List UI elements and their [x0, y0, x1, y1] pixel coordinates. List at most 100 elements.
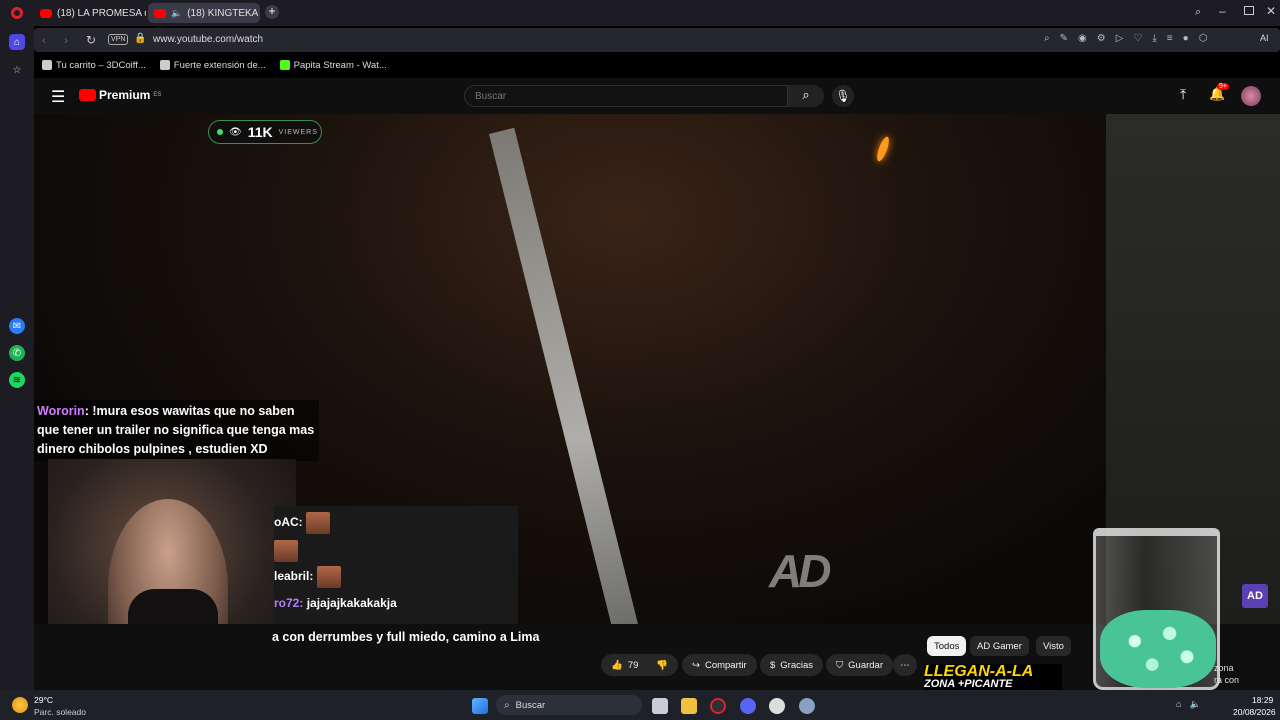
youtube-logo[interactable]: Premium ES	[79, 88, 161, 102]
overlay-chat: oAC: leabril: ro72: jajajajkakakakja	[274, 506, 518, 624]
share-icon: ↪	[692, 659, 700, 671]
chat-line: leabril:	[274, 566, 341, 588]
windows-taskbar: 29°C Parc. soleado ⌕ Buscar ⌂ 🔈 18:29 20…	[0, 690, 1280, 720]
more-actions-button[interactable]: ⋯	[893, 654, 917, 676]
heart-icon[interactable]: ♡	[1133, 33, 1142, 44]
viewer-count: 11K	[247, 124, 273, 140]
promo-line-2: ZONA +PICANTE	[924, 678, 1013, 690]
reload-icon[interactable]: ↻	[86, 33, 96, 47]
save-button[interactable]: ⛉ Guardar	[826, 654, 893, 676]
close-window-button[interactable]: ✕	[1266, 4, 1276, 18]
chip-visto[interactable]: Visto	[1036, 636, 1071, 656]
opera-logo-icon[interactable]	[11, 7, 23, 19]
promo-thumbnail[interactable]: LLEGAN-A-LA ZONA +PICANTE	[924, 664, 1062, 690]
chip-ad-gamer[interactable]: AD Gamer	[970, 636, 1029, 656]
glass-beads	[1100, 610, 1216, 688]
microphone-icon[interactable]: 🎙	[832, 85, 854, 107]
search-input[interactable]	[464, 85, 788, 107]
browser-sidebar: ⌂ ☆ ✉ ✆ ≋	[0, 26, 34, 690]
url-field[interactable]: www.youtube.com/watch	[153, 34, 263, 45]
task-view-icon[interactable]	[652, 698, 668, 714]
promo-line-1: LLEGAN-A-LA	[924, 664, 1034, 680]
thumbs-up-icon: 👍	[611, 659, 623, 671]
channel-watermark: AD	[769, 545, 831, 597]
chatgpt-icon[interactable]	[769, 698, 785, 714]
menu-icon[interactable]: ≡	[1167, 33, 1173, 44]
forward-icon[interactable]: ›	[64, 33, 68, 47]
viewer-count-badge: 👁 11K VIEWERS	[208, 120, 322, 144]
start-windows-icon[interactable]	[472, 698, 488, 714]
youtube-header: ☰ Premium ES ⌕ 🎙 ⤒ 🔔 9+	[34, 78, 1280, 114]
share-button[interactable]: ↪ Compartir	[682, 654, 757, 676]
extensions-icon[interactable]: ⬡	[1199, 33, 1208, 44]
spotify-icon[interactable]: ≋	[9, 372, 25, 388]
minimize-button[interactable]: –	[1219, 4, 1226, 18]
taskbar-search-label: Buscar	[515, 699, 546, 711]
search-tabs-icon[interactable]: ⌕	[1195, 6, 1201, 19]
chat-line: ro72: jajajajkakakakja	[274, 596, 397, 610]
file-explorer-icon[interactable]	[681, 698, 697, 714]
speaker-icon: 🔈	[171, 7, 183, 18]
more-icon: ⋯	[900, 659, 910, 671]
emote	[274, 540, 298, 562]
lock-icon: 🔒	[134, 33, 147, 44]
thanks-button[interactable]: $ Gracias	[760, 654, 824, 676]
weather-icon[interactable]	[12, 697, 28, 713]
messenger-icon[interactable]: ✉	[9, 318, 25, 334]
chip-todos[interactable]: Todos	[927, 636, 967, 656]
video-title: a con derrumbes y full miedo, camino a L…	[272, 630, 540, 644]
restore-button[interactable]	[1244, 6, 1254, 15]
avatar[interactable]	[1241, 86, 1261, 106]
camera-icon[interactable]: ◉	[1078, 33, 1087, 44]
network-icon: ⌂	[1176, 699, 1182, 709]
clock-time[interactable]: 18:29	[1252, 695, 1273, 705]
upload-icon[interactable]: ⤒	[1180, 86, 1186, 103]
chat-line: oAC:	[274, 512, 331, 534]
play-icon[interactable]: ▷	[1116, 33, 1124, 44]
notification-count-badge: 9+	[1217, 83, 1229, 90]
bookmark-item[interactable]: Tu carrito – 3DCoiff...	[42, 60, 146, 71]
dislike-button[interactable]: 👎	[646, 654, 678, 676]
like-button[interactable]: 👍 79	[601, 654, 649, 676]
whatsapp-icon[interactable]: ✆	[9, 345, 25, 361]
edit-icon[interactable]: ✎	[1060, 33, 1068, 44]
live-dot-icon	[217, 129, 223, 135]
opera-icon[interactable]	[710, 698, 726, 714]
browser-tab-1[interactable]: (18) LA PROMESA de King	[34, 3, 146, 23]
address-bar: ‹ › ↻ VPN 🔒 www.youtube.com/watch ⌕ ✎ ◉ …	[34, 28, 1280, 52]
browser-tab-2[interactable]: 🔈 (18) KINGTEKA y los F	[148, 3, 260, 23]
eye-icon: 👁	[229, 126, 242, 138]
tab-title: (18) LA PROMESA de King	[57, 7, 146, 19]
bookmark-item[interactable]: Fuerte extensión de...	[159, 60, 266, 71]
profile-icon[interactable]: ●	[1183, 33, 1189, 44]
clock-date[interactable]: 20/08/2026	[1233, 707, 1276, 717]
thanks-label: Gracias	[780, 659, 814, 671]
zoom-icon[interactable]: ⌕	[1044, 33, 1050, 44]
settings-app-icon[interactable]	[799, 698, 815, 714]
chat-highlight-message: Wororin: !mura esos wawitas que no saben…	[34, 400, 319, 461]
home-icon[interactable]: ⌂	[9, 34, 25, 50]
vpn-badge[interactable]: VPN	[108, 34, 129, 45]
share-label: Compartir	[704, 659, 747, 671]
bookmark-item[interactable]: Papita Stream - Wat...	[279, 60, 387, 71]
download-icon[interactable]: ⤓	[1152, 33, 1156, 44]
weather-desc: Parc. soleado	[34, 707, 86, 717]
star-icon[interactable]: ☆	[9, 62, 25, 78]
discord-icon[interactable]	[740, 698, 756, 714]
system-tray[interactable]: ⌂ 🔈	[1176, 699, 1201, 710]
youtube-icon	[40, 8, 52, 18]
ai-button[interactable]: AI	[1260, 33, 1269, 43]
viewers-label: VIEWERS	[278, 128, 318, 136]
hamburger-menu-icon[interactable]: ☰	[51, 87, 65, 107]
streamer-top	[128, 589, 218, 624]
browser-tab-bar: (18) LA PROMESA de King 🔈 (18) KINGTEKA …	[0, 0, 1280, 26]
back-icon[interactable]: ‹	[42, 33, 46, 47]
youtube-icon	[154, 8, 166, 18]
taskbar-search[interactable]: ⌕ Buscar	[496, 695, 642, 715]
search-button[interactable]: ⌕	[788, 85, 824, 107]
corner-badge: AD	[1242, 584, 1268, 608]
chat-user: oAC:	[274, 515, 303, 530]
settings-icon[interactable]: ⚙	[1097, 33, 1106, 44]
volume-icon: 🔈	[1189, 699, 1201, 709]
new-tab-button[interactable]: +	[265, 5, 279, 19]
